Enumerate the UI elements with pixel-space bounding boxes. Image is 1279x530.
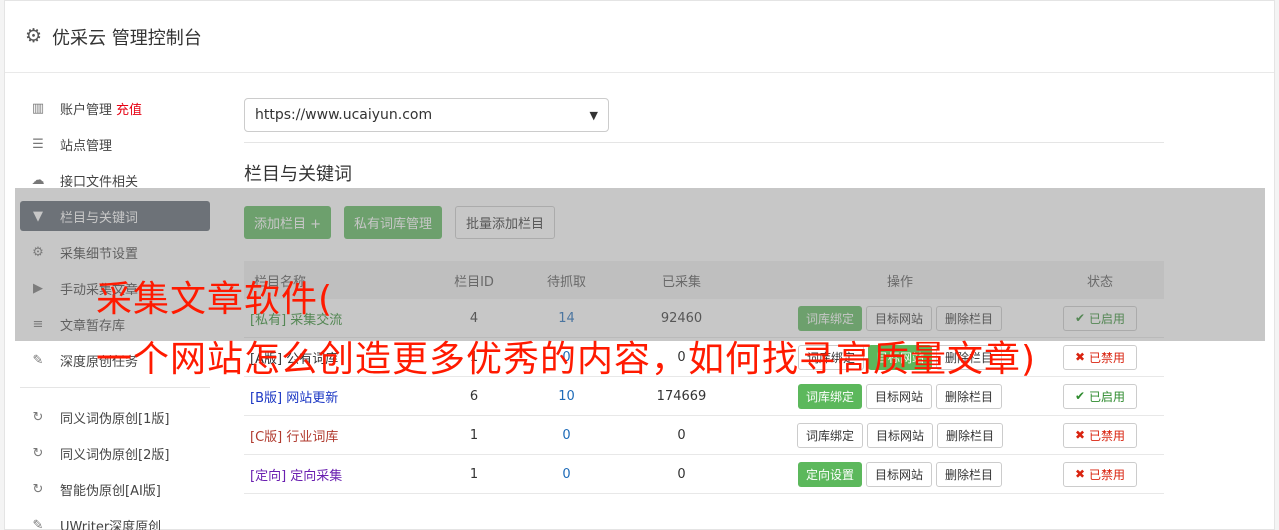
table-row: [定向] 定向采集 1 0 0 定向设置 目标网站 删除栏目 ✖ 已禁用 <box>244 455 1164 494</box>
refresh-icon: ↻ <box>32 481 44 497</box>
edit-icon: ✎ <box>32 517 44 530</box>
gear-icon: ⚙ <box>25 25 43 47</box>
status-cell: ✖ 已禁用 <box>1036 461 1164 487</box>
column-tag: [C版] <box>250 429 283 445</box>
status-label: 已禁用 <box>1089 350 1126 365</box>
section-title: 栏目与关键词 <box>244 164 352 185</box>
pending-count[interactable]: 0 <box>534 428 599 443</box>
column-name: 网站更新 <box>286 390 339 406</box>
sidebar-divider <box>20 387 210 388</box>
sidebar-item[interactable]: ↻ 智能伪原创[AI版] <box>20 474 210 504</box>
divider <box>244 142 1164 143</box>
recharge-link[interactable]: 充值 <box>116 99 142 118</box>
status-cell: ✖ 已禁用 <box>1036 422 1164 448</box>
sidebar-item-label: UWriter深度原创 <box>60 519 162 530</box>
target-site-button[interactable]: 目标网站 <box>865 383 932 409</box>
edit-icon: ✎ <box>32 352 44 368</box>
collected-count: 174669 <box>656 388 707 404</box>
bind-lib-button[interactable]: 定向设置 <box>797 461 862 487</box>
column-id: 6 <box>469 388 479 404</box>
refresh-icon: ↻ <box>32 409 44 425</box>
delete-column-button[interactable]: 删除栏目 <box>937 422 1004 448</box>
bar-chart-icon: ▥ <box>31 100 45 116</box>
column-name-cell[interactable]: [B版] 网站更新 <box>244 387 414 406</box>
column-tag: [B版] <box>250 390 283 406</box>
table-row: [C版] 行业词库 1 0 0 词库绑定 目标网站 删除栏目 ✖ 已禁用 <box>244 416 1164 455</box>
bind-lib-button[interactable]: 词库绑定 <box>796 422 863 448</box>
header: ⚙ 优采云 管理控制台 <box>5 1 1274 73</box>
column-name: 行业词库 <box>286 429 339 445</box>
target-site-button[interactable]: 目标网站 <box>865 461 932 487</box>
delete-column-button[interactable]: 删除栏目 <box>936 383 1003 409</box>
row-actions: 词库绑定 目标网站 删除栏目 <box>764 422 1036 448</box>
cross-icon: ✖ <box>1074 350 1086 364</box>
overlay-title-line2: 一个网站怎么创造更多优秀的内容，如何找寻高质量文章) <box>96 339 1037 380</box>
sidebar-item[interactable]: ↻ 同义词伪原创[1版] <box>20 402 210 432</box>
column-name: 定向采集 <box>290 468 343 484</box>
status-cell: ✔ 已启用 <box>1036 383 1164 409</box>
collected-count: 0 <box>677 427 686 443</box>
status-toggle[interactable]: ✖ 已禁用 <box>1062 461 1138 487</box>
status-label: 已启用 <box>1089 389 1126 404</box>
server-icon: ☰ <box>32 136 44 152</box>
column-id: 1 <box>469 466 479 482</box>
status-label: 已禁用 <box>1089 467 1126 482</box>
overlay-title-line1: 采集文章软件( <box>96 279 334 320</box>
table-row: [B版] 网站更新 6 10 174669 词库绑定 目标网站 删除栏目 ✔ 已… <box>244 377 1164 416</box>
sidebar-item-label: 站点管理 <box>60 138 113 154</box>
status-toggle[interactable]: ✖ 已禁用 <box>1062 422 1138 448</box>
sidebar-item-label: 同义词伪原创[1版] <box>60 411 170 427</box>
bind-lib-button[interactable]: 词库绑定 <box>797 383 862 409</box>
sidebar-item[interactable]: ☰ 站点管理 <box>20 129 210 159</box>
row-actions: 定向设置 目标网站 删除栏目 <box>764 461 1036 487</box>
sidebar-item[interactable]: ↻ 同义词伪原创[2版] <box>20 438 210 468</box>
collected-count: 0 <box>677 466 686 482</box>
row-actions: 词库绑定 目标网站 删除栏目 <box>764 383 1036 409</box>
cross-icon: ✖ <box>1074 467 1086 481</box>
status-toggle[interactable]: ✔ 已启用 <box>1062 383 1138 409</box>
refresh-icon: ↻ <box>32 445 44 461</box>
sidebar-item-label: 接口文件相关 <box>60 174 139 190</box>
site-select-value: https://www.ucaiyun.com <box>255 107 433 123</box>
sidebar-item[interactable]: ✎ UWriter深度原创 <box>20 510 210 530</box>
sidebar-item-label: 同义词伪原创[2版] <box>60 447 170 463</box>
column-name-cell[interactable]: [定向] 定向采集 <box>244 465 414 484</box>
cloud-upload-icon: ☁ <box>31 172 45 188</box>
sidebar-item-label: 账户管理 <box>60 102 113 118</box>
pending-count[interactable]: 0 <box>534 467 599 482</box>
check-icon: ✔ <box>1074 389 1086 403</box>
page-title: 优采云 管理控制台 <box>52 27 202 49</box>
column-id: 1 <box>469 427 479 443</box>
sidebar-item-label: 智能伪原创[AI版] <box>60 483 161 499</box>
sidebar-item[interactable]: ▥ 账户管理 充值 <box>20 93 210 123</box>
delete-column-button[interactable]: 删除栏目 <box>936 461 1003 487</box>
column-tag: [定向] <box>250 468 287 484</box>
status-label: 已禁用 <box>1089 428 1126 443</box>
status-toggle[interactable]: ✖ 已禁用 <box>1062 344 1138 370</box>
site-select[interactable]: https://www.ucaiyun.com ▼ <box>244 98 609 132</box>
status-cell: ✖ 已禁用 <box>1036 344 1164 370</box>
column-name-cell[interactable]: [C版] 行业词库 <box>244 426 414 445</box>
chevron-down-icon: ▼ <box>589 108 598 122</box>
cross-icon: ✖ <box>1074 428 1086 442</box>
pending-count[interactable]: 10 <box>534 389 599 404</box>
target-site-button[interactable]: 目标网站 <box>866 422 933 448</box>
